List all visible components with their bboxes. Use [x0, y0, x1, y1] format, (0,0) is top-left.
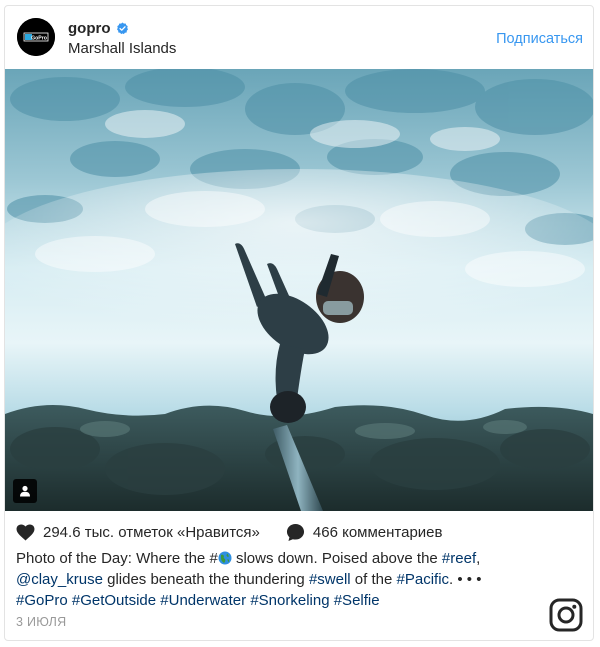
comments-count: 466 комментариев [312, 524, 443, 541]
post-date: 3 ИЮЛЯ [16, 615, 67, 629]
comments-stat[interactable]: 466 комментариев [286, 523, 443, 542]
hashtag-link[interactable]: #swell [309, 571, 351, 588]
post-photo[interactable] [5, 69, 593, 511]
verified-badge-icon [116, 22, 128, 35]
likes-count: 294.6 тыс. отметок «Нравится» [43, 524, 260, 541]
tagged-users-button[interactable] [13, 479, 37, 503]
username-link[interactable]: gopro [68, 20, 111, 37]
username-row: gopro [68, 20, 129, 37]
caption-text: of the [350, 571, 397, 588]
caption-text: . • • • [449, 571, 482, 588]
hashtag-link[interactable]: #GoPro [16, 592, 68, 609]
user-tag-icon [20, 485, 30, 497]
hashtag-link[interactable]: #GetOutside [72, 592, 156, 609]
likes-stat[interactable]: 294.6 тыс. отметок «Нравится» [16, 524, 260, 541]
hashtag-link[interactable]: #Underwater [160, 592, 246, 609]
hashtag-link[interactable]: #Selfie [334, 592, 380, 609]
instagram-embed-card: GoPro gopro Marshall Islands Подписаться [4, 5, 594, 641]
caption-text: slows down. Poised above the [231, 550, 442, 567]
caption-text: Photo of the Day: Where the # [16, 550, 218, 567]
post-header: GoPro gopro Marshall Islands Подписаться [5, 6, 593, 69]
caption-text: glides beneath the thundering [102, 571, 309, 588]
hashtag-link[interactable]: #Pacific [397, 571, 450, 588]
hashtag-link[interactable]: #Snorkeling [250, 592, 329, 609]
avatar[interactable]: GoPro [17, 18, 55, 56]
earth-globe-icon [218, 551, 232, 565]
instagram-logo-icon[interactable] [549, 598, 583, 632]
mention-link[interactable]: @clay_kruse [16, 571, 103, 588]
follow-button[interactable]: Подписаться [496, 31, 583, 47]
post-stats: 294.6 тыс. отметок «Нравится» 466 коммен… [16, 523, 443, 542]
heart-icon [16, 524, 35, 541]
avatar-logo-text: GoPro [31, 35, 47, 41]
location-link[interactable]: Marshall Islands [68, 40, 176, 57]
caption-text: , [476, 550, 481, 567]
comment-bubble-icon [286, 523, 304, 542]
hashtag-link[interactable]: #reef [442, 550, 476, 567]
post-caption: Photo of the Day: Where the # slows down… [16, 548, 536, 611]
